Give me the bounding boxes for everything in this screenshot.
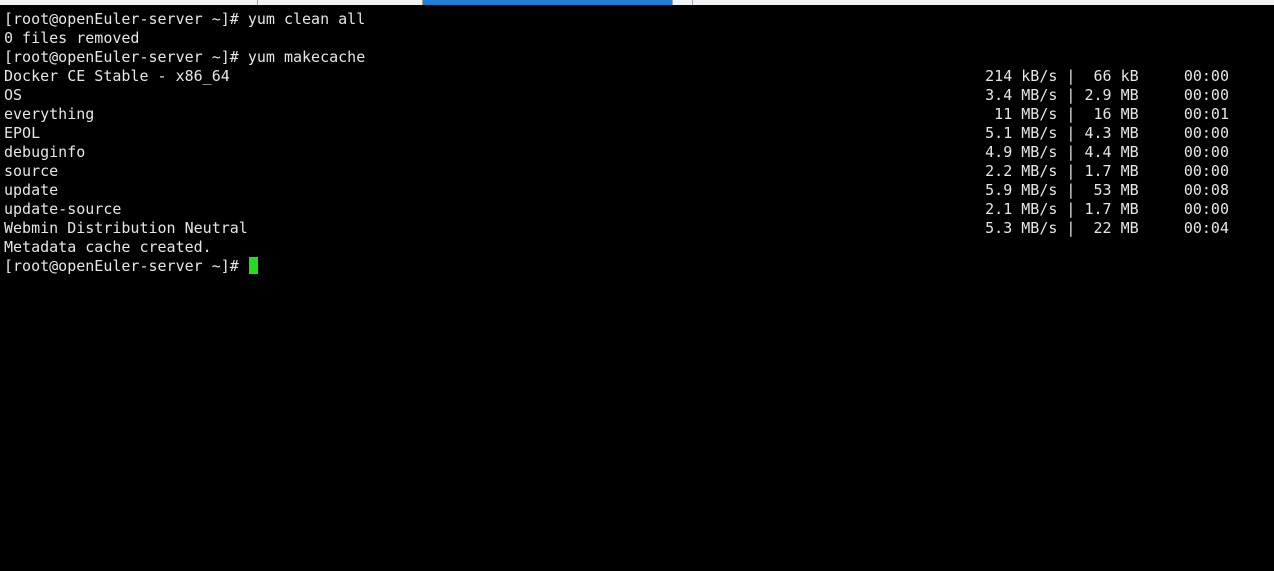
repo-name: OS xyxy=(4,86,23,104)
terminal-line: Metadata cache created. xyxy=(4,238,212,256)
cursor-block xyxy=(248,257,258,274)
repo-name: Webmin Distribution Neutral xyxy=(4,219,248,237)
repo-stats: 2.2 MB/s | 1.7 MB 00:00 xyxy=(985,162,1229,180)
repo-name: update xyxy=(4,181,59,199)
terminal-line: 0 files removed xyxy=(4,29,140,47)
repo-stats: 5.1 MB/s | 4.3 MB 00:00 xyxy=(985,124,1229,142)
repo-name: source xyxy=(4,162,59,180)
repo-stats: 11 MB/s | 16 MB 00:01 xyxy=(985,105,1229,123)
terminal-output[interactable]: [root@openEuler-server ~]# yum clean all… xyxy=(0,5,1274,571)
repo-name: Docker CE Stable - x86_64 xyxy=(4,67,230,85)
prompt-text: [root@openEuler-server ~]# xyxy=(4,257,248,275)
prompt-line: [root@openEuler-server ~]# xyxy=(4,257,258,276)
repo-stats: 2.1 MB/s | 1.7 MB 00:00 xyxy=(985,200,1229,218)
repo-stats: 5.3 MB/s | 22 MB 00:04 xyxy=(985,219,1229,237)
repo-stats: 5.9 MB/s | 53 MB 00:08 xyxy=(985,181,1229,199)
repo-name: debuginfo xyxy=(4,143,86,161)
repo-stats: 3.4 MB/s | 2.9 MB 00:00 xyxy=(985,86,1229,104)
terminal-line: [root@openEuler-server ~]# yum makecache xyxy=(4,48,366,66)
repo-name: EPOL xyxy=(4,124,41,142)
repo-stats: 4.9 MB/s | 4.4 MB 00:00 xyxy=(985,143,1229,161)
repo-name: update-source xyxy=(4,200,122,218)
terminal-line: [root@openEuler-server ~]# yum clean all xyxy=(4,10,366,28)
repo-stats: 214 kB/s | 66 kB 00:00 xyxy=(985,67,1229,85)
repo-name: everything xyxy=(4,105,95,123)
